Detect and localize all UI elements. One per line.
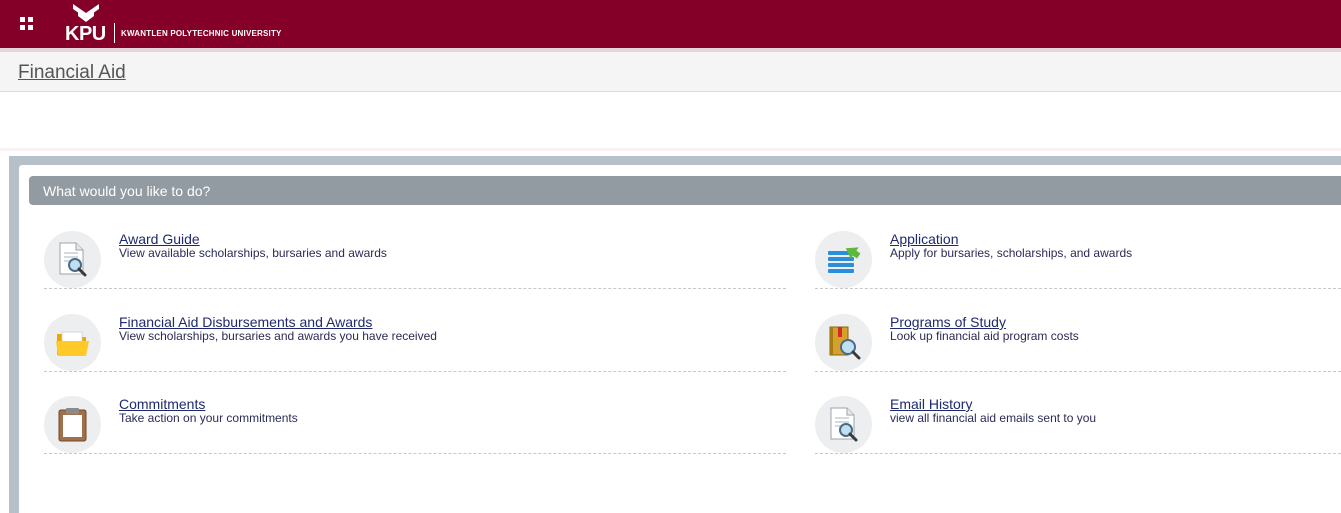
programs-of-study-description: Look up financial aid program costs (890, 329, 1079, 343)
clipboard-icon (44, 396, 101, 453)
award-guide-link[interactable]: Award Guide (119, 231, 200, 247)
document-search-icon (815, 396, 872, 453)
email-history-description: view all financial aid emails sent to yo… (890, 411, 1097, 425)
application-link[interactable]: Application (890, 231, 959, 247)
disbursements-awards-link[interactable]: Financial Aid Disbursements and Awards (119, 314, 372, 330)
divider (0, 148, 1341, 151)
page-title[interactable]: Financial Aid (18, 62, 126, 84)
action-programs-of-study[interactable]: Programs of Study Look up financial aid … (815, 310, 1341, 372)
folder-icon (44, 314, 101, 371)
logo-divider (114, 23, 115, 43)
app-menu-grid-icon[interactable] (20, 17, 34, 31)
document-search-icon (44, 231, 101, 288)
action-commitments[interactable]: Commitments Take action on your commitme… (44, 392, 786, 454)
content-frame: What would you like to do? Award Guide V… (9, 156, 1341, 513)
panel-heading: What would you like to do? (43, 183, 211, 199)
action-award-guide[interactable]: Award Guide View available scholarships,… (44, 227, 786, 289)
commitments-description: Take action on your commitments (119, 411, 298, 425)
action-application[interactable]: Application Apply for bursaries, scholar… (815, 227, 1341, 289)
programs-of-study-link[interactable]: Programs of Study (890, 314, 1006, 330)
actions-panel: What would you like to do? Award Guide V… (19, 165, 1341, 513)
logo-kpu-text: KPU (65, 23, 106, 45)
commitments-link[interactable]: Commitments (119, 396, 205, 412)
list-arrow-icon (815, 231, 872, 288)
university-name: KWANTLEN POLYTECHNIC UNIVERSITY (121, 29, 282, 38)
disbursements-awards-description: View scholarships, bursaries and awards … (119, 329, 437, 343)
top-navigation-bar: KPU KWANTLEN POLYTECHNIC UNIVERSITY (0, 0, 1341, 48)
breadcrumb: Financial Aid (0, 52, 1341, 92)
email-history-link[interactable]: Email History (890, 396, 972, 412)
kpu-logo[interactable]: KPU KWANTLEN POLYTECHNIC UNIVERSITY (64, 4, 304, 45)
book-search-icon (815, 314, 872, 371)
action-email-history[interactable]: Email History view all financial aid ema… (815, 392, 1341, 454)
application-description: Apply for bursaries, scholarships, and a… (890, 246, 1133, 260)
panel-header: What would you like to do? (29, 176, 1341, 205)
action-disbursements-awards[interactable]: Financial Aid Disbursements and Awards V… (44, 310, 786, 372)
award-guide-description: View available scholarships, bursaries a… (119, 246, 387, 260)
